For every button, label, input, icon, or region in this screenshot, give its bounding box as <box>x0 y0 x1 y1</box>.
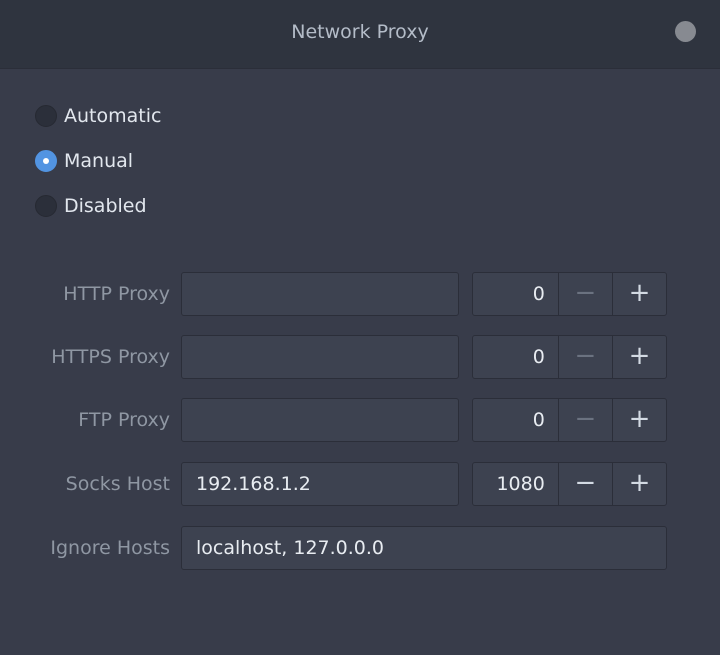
radio-automatic-indicator[interactable] <box>35 105 57 127</box>
radio-automatic[interactable]: Automatic <box>35 104 161 128</box>
http-proxy-port-input[interactable]: 0 <box>473 273 558 315</box>
http-proxy-port-spinner: 0 − + <box>472 272 667 316</box>
socks-port-input[interactable]: 1080 <box>473 463 558 505</box>
radio-disabled[interactable]: Disabled <box>35 194 147 218</box>
http-proxy-host-input[interactable] <box>181 272 459 316</box>
ftp-proxy-label: FTP Proxy <box>78 409 170 431</box>
radio-automatic-label: Automatic <box>64 105 162 127</box>
window-title: Network Proxy <box>291 21 429 43</box>
ftp-proxy-port-input[interactable]: 0 <box>473 399 558 441</box>
socks-port-spinner: 1080 − + <box>472 462 667 506</box>
https-proxy-port-increment-button[interactable]: + <box>611 336 666 378</box>
radio-manual-indicator[interactable] <box>35 150 57 172</box>
ftp-proxy-port-increment-button[interactable]: + <box>611 399 666 441</box>
ignore-hosts-label: Ignore Hosts <box>50 537 170 559</box>
http-proxy-port-decrement-button[interactable]: − <box>557 273 612 315</box>
socks-port-increment-button[interactable]: + <box>611 463 666 505</box>
https-proxy-host-input[interactable] <box>181 335 459 379</box>
socks-host-label: Socks Host <box>65 473 170 495</box>
network-proxy-dialog: Network Proxy Automatic Manual Disabled … <box>0 0 720 655</box>
https-proxy-port-spinner: 0 − + <box>472 335 667 379</box>
https-proxy-label: HTTPS Proxy <box>51 346 170 368</box>
http-proxy-label: HTTP Proxy <box>63 283 170 305</box>
ignore-hosts-input[interactable]: localhost, 127.0.0.0 <box>181 526 667 570</box>
ftp-proxy-port-spinner: 0 − + <box>472 398 667 442</box>
socks-port-decrement-button[interactable]: − <box>557 463 612 505</box>
http-proxy-port-increment-button[interactable]: + <box>611 273 666 315</box>
https-proxy-port-decrement-button[interactable]: − <box>557 336 612 378</box>
radio-manual[interactable]: Manual <box>35 149 133 173</box>
ftp-proxy-port-decrement-button[interactable]: − <box>557 399 612 441</box>
ftp-proxy-host-input[interactable] <box>181 398 459 442</box>
titlebar: Network Proxy <box>0 0 720 69</box>
radio-disabled-indicator[interactable] <box>35 195 57 217</box>
radio-manual-label: Manual <box>64 150 134 172</box>
socks-host-input[interactable]: 192.168.1.2 <box>181 462 459 506</box>
https-proxy-port-input[interactable]: 0 <box>473 336 558 378</box>
close-icon[interactable] <box>675 21 696 42</box>
radio-disabled-label: Disabled <box>64 195 147 217</box>
